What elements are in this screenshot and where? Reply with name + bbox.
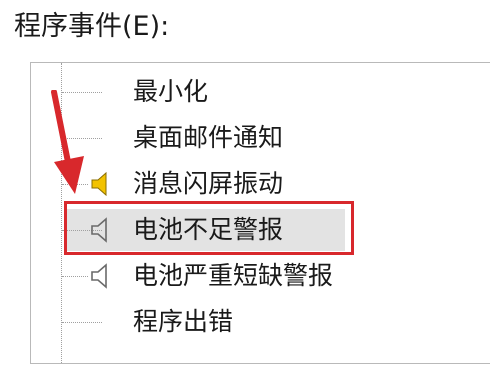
tree-item-critical-battery[interactable]: 电池严重短缺警报 [31,253,490,299]
program-events-label: 程序事件(E): [14,11,170,42]
tree-item-label: 程序出错 [133,307,234,336]
tree-item-program-error[interactable]: 程序出错 [31,299,490,345]
tree-item-label: 桌面邮件通知 [133,123,284,152]
tree-item-minimize[interactable]: 最小化 [31,69,490,115]
tree-item-desktop-mail[interactable]: 桌面邮件通知 [31,115,490,161]
tree-item-label: 消息闪屏振动 [133,169,284,198]
tree-horizontal-connector [62,322,102,323]
sound-settings-page: 程序事件(E): 最小化 桌面邮件通知 消息闪屏振动 电池不足警报 电池严重短缺… [0,0,490,377]
highlight-box [64,201,354,255]
speaker-muted-icon [89,261,115,291]
red-arrow-down-icon [51,90,84,194]
tree-item-label: 最小化 [133,77,209,106]
tree-item-label: 电池严重短缺警报 [133,261,334,290]
speaker-active-icon [89,169,115,199]
